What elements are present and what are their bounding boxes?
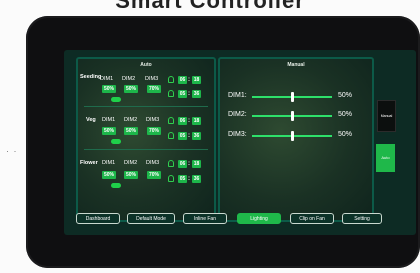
dim-label: DIM3 bbox=[146, 160, 160, 166]
on-hour-field[interactable]: 06 bbox=[178, 117, 187, 125]
auto-panel-title: Auto bbox=[140, 62, 152, 68]
slider-knob[interactable] bbox=[290, 111, 294, 121]
on-minute-field[interactable]: 18 bbox=[192, 76, 201, 84]
auto-side-tab[interactable]: Auto bbox=[376, 144, 395, 172]
on-minute-field[interactable]: 18 bbox=[192, 117, 201, 125]
group-toggle[interactable] bbox=[111, 97, 121, 102]
slider-value: 50% bbox=[338, 131, 353, 138]
off-hour-field[interactable]: 05 bbox=[178, 90, 187, 98]
dim-value[interactable]: 50% bbox=[102, 171, 116, 179]
off-minute-field[interactable]: 36 bbox=[192, 90, 201, 98]
time-separator: : bbox=[188, 176, 190, 182]
off-hour-field[interactable]: 05 bbox=[178, 132, 187, 140]
time-separator: : bbox=[188, 77, 190, 83]
controller-screen: Auto Seeding DIM1 DIM2 DIM3 50% 50% 70% … bbox=[64, 50, 416, 235]
light-off-icon bbox=[168, 90, 174, 97]
time-separator: : bbox=[188, 91, 190, 97]
off-hour-field[interactable]: 05 bbox=[178, 175, 187, 183]
group-toggle[interactable] bbox=[111, 139, 121, 144]
setting-button[interactable]: Setting bbox=[342, 213, 382, 224]
group-toggle[interactable] bbox=[111, 183, 121, 188]
light-on-icon bbox=[168, 117, 174, 124]
slider-knob[interactable] bbox=[290, 92, 294, 102]
light-on-icon bbox=[168, 160, 174, 167]
light-on-icon bbox=[168, 76, 174, 83]
dim-label: DIM1 bbox=[102, 160, 116, 166]
time-separator: : bbox=[188, 118, 190, 124]
time-separator: : bbox=[188, 161, 190, 167]
dim-value[interactable]: 50% bbox=[124, 85, 138, 93]
group-divider bbox=[84, 106, 208, 107]
group-label-seeding: Seeding bbox=[80, 74, 102, 80]
group-divider bbox=[84, 149, 208, 150]
slider-value: 50% bbox=[338, 111, 353, 118]
dim-label: DIM1 bbox=[100, 76, 114, 82]
slider-label: DIM1: bbox=[228, 92, 247, 99]
manual-side-tab[interactable]: Manual bbox=[377, 100, 396, 132]
page-title: Smart Controller bbox=[115, 0, 305, 13]
off-minute-field[interactable]: 36 bbox=[192, 175, 201, 183]
manual-panel-title: Manual bbox=[287, 62, 305, 68]
inline-fan-button[interactable]: Inline Fan bbox=[183, 213, 227, 224]
dim-value[interactable]: 50% bbox=[124, 127, 138, 135]
dim-label: DIM2 bbox=[124, 160, 138, 166]
clip-on-fan-button[interactable]: Clip on Fan bbox=[290, 213, 334, 224]
dim-label: DIM3 bbox=[146, 117, 160, 123]
dim-label: DIM1 bbox=[102, 117, 116, 123]
dim-value[interactable]: 50% bbox=[124, 171, 138, 179]
lighting-button[interactable]: Lighting bbox=[237, 213, 281, 224]
dim-value[interactable]: 70% bbox=[147, 85, 161, 93]
dim-value[interactable]: 50% bbox=[102, 85, 116, 93]
dim-value[interactable]: 70% bbox=[147, 127, 161, 135]
on-minute-field[interactable]: 18 bbox=[192, 160, 201, 168]
default-mode-button[interactable]: Default Mode bbox=[127, 213, 175, 224]
dim-label: DIM3 bbox=[145, 76, 159, 82]
dim-label: DIM2 bbox=[122, 76, 136, 82]
slider-knob[interactable] bbox=[290, 131, 294, 141]
dim-label: DIM2 bbox=[124, 117, 138, 123]
dim2-slider[interactable] bbox=[252, 111, 332, 121]
auto-panel: Auto Seeding DIM1 DIM2 DIM3 50% 50% 70% … bbox=[76, 57, 216, 222]
off-minute-field[interactable]: 36 bbox=[192, 132, 201, 140]
dashboard-button[interactable]: Dashboard bbox=[76, 213, 120, 224]
bullet-decoration: · · bbox=[6, 146, 18, 156]
dim-value[interactable]: 50% bbox=[102, 127, 116, 135]
dim-value[interactable]: 70% bbox=[147, 171, 161, 179]
dim3-slider[interactable] bbox=[252, 131, 332, 141]
light-off-icon bbox=[168, 132, 174, 139]
manual-panel: Manual DIM1: 50% DIM2: 50% DIM3: 50% bbox=[218, 57, 374, 222]
group-label-flower: Flower bbox=[80, 160, 98, 166]
light-off-icon bbox=[168, 175, 174, 182]
slider-value: 50% bbox=[338, 92, 353, 99]
time-separator: : bbox=[188, 133, 190, 139]
slider-label: DIM3: bbox=[228, 131, 247, 138]
on-hour-field[interactable]: 06 bbox=[178, 76, 187, 84]
dim1-slider[interactable] bbox=[252, 92, 332, 102]
slider-label: DIM2: bbox=[228, 111, 247, 118]
on-hour-field[interactable]: 06 bbox=[178, 160, 187, 168]
group-label-veg: Veg bbox=[86, 117, 96, 123]
